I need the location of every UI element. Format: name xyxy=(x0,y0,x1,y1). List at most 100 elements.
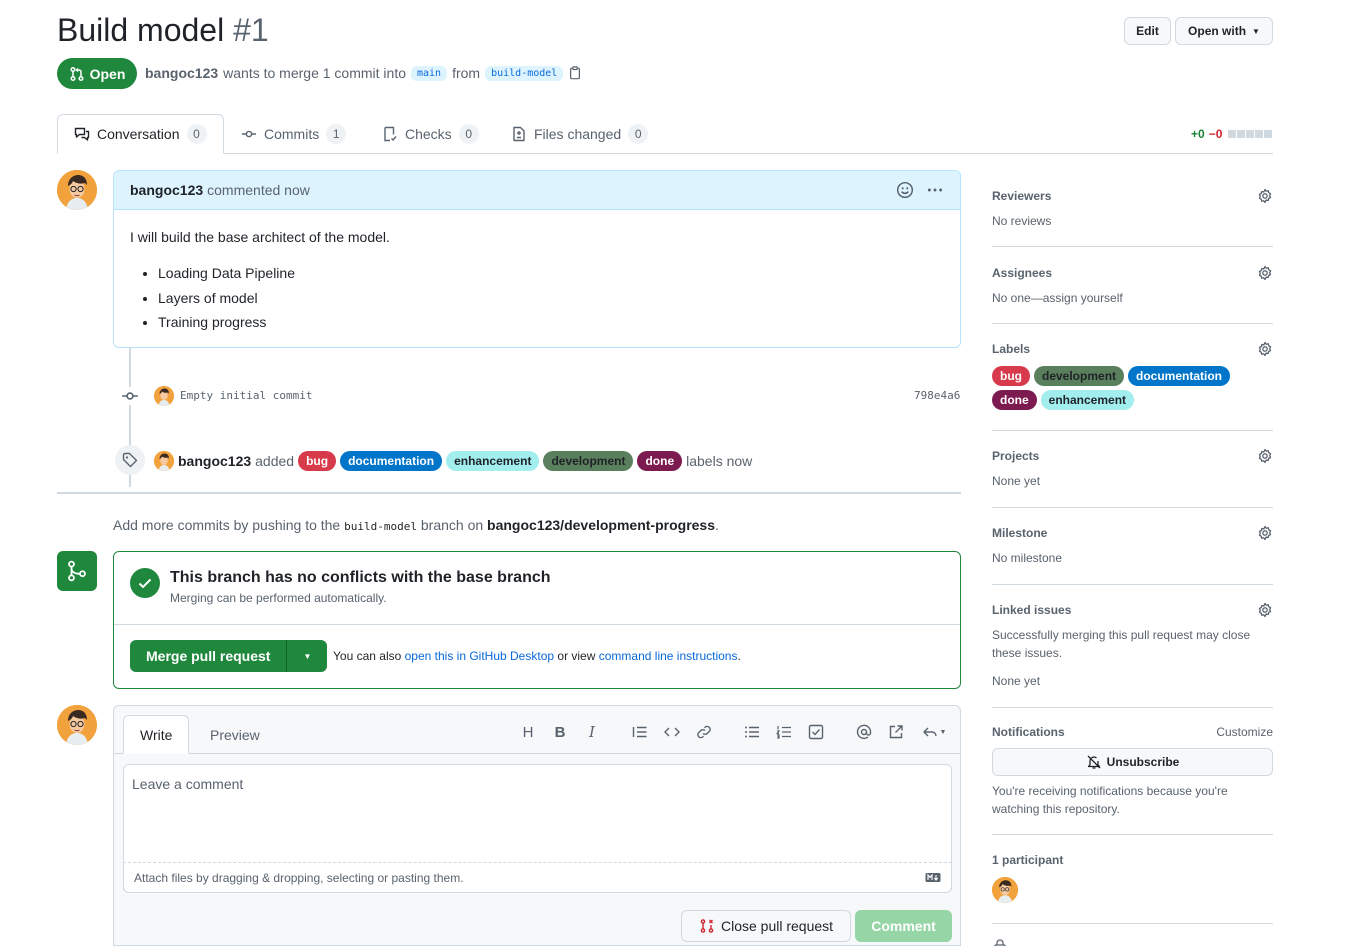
participant-avatar[interactable] xyxy=(992,877,1018,903)
cli-instructions-link[interactable]: command line instructions xyxy=(599,649,738,663)
event-suffix: labels now xyxy=(686,453,753,469)
comment-placeholder: Leave a comment xyxy=(132,776,244,792)
label-event: bangoc123 added bug documentation enhanc… xyxy=(154,451,752,471)
push-hint-prefix: Add more commits by pushing to the xyxy=(113,517,341,533)
gear-icon[interactable] xyxy=(1257,525,1273,541)
event-verb: added xyxy=(255,453,295,469)
copy-icon[interactable] xyxy=(568,66,582,80)
sidebar-heading[interactable]: Reviewers xyxy=(992,189,1051,203)
merge-hint-text: or view xyxy=(557,649,596,663)
label-development[interactable]: development xyxy=(543,451,634,471)
heading-icon[interactable]: H xyxy=(519,723,537,741)
sidebar-heading[interactable]: Linked issues xyxy=(992,603,1071,617)
base-branch[interactable]: main xyxy=(411,65,448,81)
merge-hint-end: . xyxy=(737,649,741,663)
gear-icon[interactable] xyxy=(1257,448,1273,464)
push-hint: Add more commits by pushing to the build… xyxy=(113,517,719,533)
merge-dropdown-button[interactable]: ▼ xyxy=(287,640,327,672)
quote-icon[interactable] xyxy=(631,723,649,741)
label-done[interactable]: done xyxy=(992,390,1037,410)
pr-number: #1 xyxy=(233,12,269,48)
bold-icon[interactable]: B xyxy=(551,723,569,741)
markdown-icon xyxy=(925,873,941,882)
commit-sha[interactable]: 798e4a6 xyxy=(914,389,960,402)
label-enhancement[interactable]: enhancement xyxy=(1040,390,1135,410)
sidebar-heading[interactable]: Projects xyxy=(992,449,1039,463)
attach-bar[interactable]: Attach files by dragging & dropping, sel… xyxy=(123,862,952,893)
repo-link[interactable]: bangoc123/development-progress xyxy=(487,517,715,533)
merge-subtitle: Merging can be performed automatically. xyxy=(170,591,387,605)
gear-icon[interactable] xyxy=(1257,341,1273,357)
kebab-horizontal-icon[interactable] xyxy=(926,181,944,199)
open-with-button[interactable]: Open with ▼ xyxy=(1175,17,1273,45)
head-branch[interactable]: build-model xyxy=(485,65,564,81)
tab-label: Conversation xyxy=(97,126,180,142)
sidebar-label-list: bug development documentation done enhan… xyxy=(992,366,1242,410)
sidebar-heading[interactable]: Labels xyxy=(992,342,1030,356)
label-documentation[interactable]: documentation xyxy=(340,451,443,471)
comment-timestamp[interactable]: commented now xyxy=(207,182,310,198)
mention-icon[interactable] xyxy=(855,723,873,741)
gear-icon[interactable] xyxy=(1257,265,1273,281)
ordered-list-icon[interactable] xyxy=(775,723,793,741)
push-hint-suffix: . xyxy=(715,517,719,533)
tab-preview[interactable]: Preview xyxy=(194,715,276,754)
gear-icon[interactable] xyxy=(1257,602,1273,618)
italic-icon[interactable]: I xyxy=(583,723,601,741)
label-development[interactable]: development xyxy=(1034,366,1125,386)
edit-button[interactable]: Edit xyxy=(1124,17,1171,45)
file-diff-icon xyxy=(513,126,525,142)
avatar[interactable] xyxy=(154,451,174,471)
sidebar-linked-issues: Linked issues Successfully merging this … xyxy=(992,602,1273,708)
sidebar-heading[interactable]: Assignees xyxy=(992,266,1052,280)
sidebar-desc: Successfully merging this pull request m… xyxy=(992,628,1251,660)
gear-icon[interactable] xyxy=(1257,188,1273,204)
tab-checks[interactable]: Checks 0 xyxy=(366,114,495,154)
github-desktop-link[interactable]: open this in GitHub Desktop xyxy=(405,649,554,663)
label-bug[interactable]: bug xyxy=(298,451,337,471)
avatar[interactable] xyxy=(154,386,174,406)
unordered-list-icon[interactable] xyxy=(743,723,761,741)
customize-link[interactable]: Customize xyxy=(1216,725,1273,739)
link-icon[interactable] xyxy=(695,723,713,741)
close-pull-request-button[interactable]: Close pull request xyxy=(681,910,851,942)
avatar[interactable] xyxy=(57,170,97,210)
label-done[interactable]: done xyxy=(637,451,683,471)
smiley-icon[interactable] xyxy=(896,181,914,199)
merge-pull-request-button[interactable]: Merge pull request xyxy=(130,640,288,672)
task-list-icon[interactable] xyxy=(807,723,825,741)
author-link[interactable]: bangoc123 xyxy=(145,65,218,81)
tab-commits[interactable]: Commits 1 xyxy=(225,114,362,154)
bell-slash-icon xyxy=(1087,755,1101,769)
commit-message[interactable]: Empty initial commit xyxy=(180,389,312,402)
sidebar-labels: Labels bug development documentation don… xyxy=(992,341,1273,431)
comment-button[interactable]: Comment xyxy=(855,910,952,942)
tab-count: 1 xyxy=(326,124,347,144)
label-bug[interactable]: bug xyxy=(992,366,1030,386)
unsubscribe-label: Unsubscribe xyxy=(1106,755,1180,769)
close-pull-request-label: Close pull request xyxy=(720,918,834,934)
push-hint-middle: branch on xyxy=(420,517,484,533)
tab-count: 0 xyxy=(458,124,479,144)
comment-list: Loading Data Pipeline Layers of model Tr… xyxy=(130,263,944,332)
sidebar-heading[interactable]: Milestone xyxy=(992,526,1047,540)
tab-label: Commits xyxy=(264,126,320,142)
comment-author[interactable]: bangoc123 xyxy=(130,182,203,198)
label-documentation[interactable]: documentation xyxy=(1128,366,1231,386)
code-icon[interactable] xyxy=(663,723,681,741)
assign-yourself-link[interactable]: No one—assign yourself xyxy=(992,289,1273,307)
tab-files-changed[interactable]: Files changed 0 xyxy=(495,114,664,154)
edit-button-label: Edit xyxy=(1136,24,1159,38)
reply-icon[interactable]: ▼ xyxy=(919,723,949,741)
lock-icon[interactable] xyxy=(992,938,1008,946)
cross-reference-icon[interactable] xyxy=(887,723,905,741)
unsubscribe-button[interactable]: Unsubscribe xyxy=(992,748,1273,776)
pr-tabs: Conversation 0 Commits 1 Checks 0 Files … xyxy=(57,114,1273,154)
tab-count: 0 xyxy=(628,124,649,144)
avatar[interactable] xyxy=(57,705,97,745)
tab-conversation[interactable]: Conversation 0 xyxy=(57,114,224,154)
event-author[interactable]: bangoc123 xyxy=(178,453,251,469)
attach-text: Attach files by dragging & dropping, sel… xyxy=(134,870,464,885)
label-enhancement[interactable]: enhancement xyxy=(446,451,540,471)
tab-write[interactable]: Write xyxy=(123,715,190,754)
